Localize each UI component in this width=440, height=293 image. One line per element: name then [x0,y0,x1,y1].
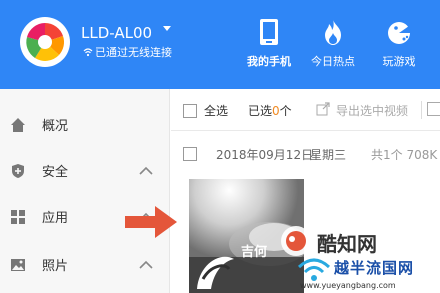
nav-hot-today-label: 今日热点 [311,55,355,68]
sidebar-item-security[interactable]: 安全 [0,147,170,195]
toolbar-divider [421,101,422,119]
phone-icon [260,19,278,45]
nav-play-games-label: 玩游戏 [382,55,416,68]
sidebar-item-photos[interactable]: 照片 [0,241,170,289]
app-logo [20,17,70,67]
group-date: 2018年09月12日 [216,148,314,162]
nav-play-games[interactable]: 玩游戏 [369,18,429,69]
group-count: 共1个 708K [371,148,438,162]
site-watermark-text: 越半流国网 [334,259,415,277]
connection-status-text: 已通过无线连接 [95,46,172,59]
device-name[interactable]: LLD-AL00 [81,24,152,42]
chevron-up-icon[interactable] [139,260,153,270]
nav-my-phone[interactable]: 我的手机 [239,18,299,69]
chevron-down-icon[interactable] [163,26,171,31]
app-header: LLD-AL00 已通过无线连接 我的手机 今日热点 玩游戏 [0,0,440,89]
sidebar-item-label: 应用 [42,211,69,226]
export-selected-video-button[interactable]: 导出选中视频 [336,102,408,119]
export-icon [316,102,330,116]
group-checkbox[interactable] [183,147,197,161]
nav-my-phone-label: 我的手机 [247,55,291,68]
group-weekday: 星期三 [310,148,347,162]
apps-grid-icon [11,210,25,224]
sidebar: 概况 安全 应用 照片 [0,89,170,293]
site-watermark-url: www.yueyangbang.com [300,281,396,290]
sidebar-item-label: 安全 [42,165,69,180]
home-icon [11,118,25,132]
thumbnail-caption: 吉何 [241,245,268,260]
selected-suffix: 个 [279,104,292,118]
select-all-label[interactable]: 全选 [204,102,228,119]
gamepad-icon [388,22,411,44]
select-all-checkbox[interactable] [183,104,197,118]
selected-count-value: 0 [272,104,280,118]
image-icon [11,259,25,271]
flame-icon [325,19,341,45]
sidebar-item-label: 概况 [42,119,69,134]
selected-count: 已选0个 [248,102,292,119]
sidebar-item-label: 照片 [42,259,69,274]
date-group-header: 2018年09月12日 星期三 共1个 708K [171,131,440,175]
more-action-icon[interactable] [427,102,440,116]
chevron-up-icon[interactable] [139,166,153,176]
video-toolbar: 全选 已选0个 导出选中视频 [171,89,440,131]
selected-prefix: 已选 [248,104,273,118]
wifi-logo-icon [297,258,331,281]
site-watermark: 越半流国网 www.yueyangbang.com [290,251,440,293]
shield-icon [12,164,24,178]
sidebar-item-overview[interactable]: 概况 [0,101,170,149]
nav-hot-today[interactable]: 今日热点 [303,18,363,69]
arrow-right-icon [125,206,177,238]
connection-status: 已通过无线连接 [83,44,172,60]
wifi-icon [83,48,93,57]
